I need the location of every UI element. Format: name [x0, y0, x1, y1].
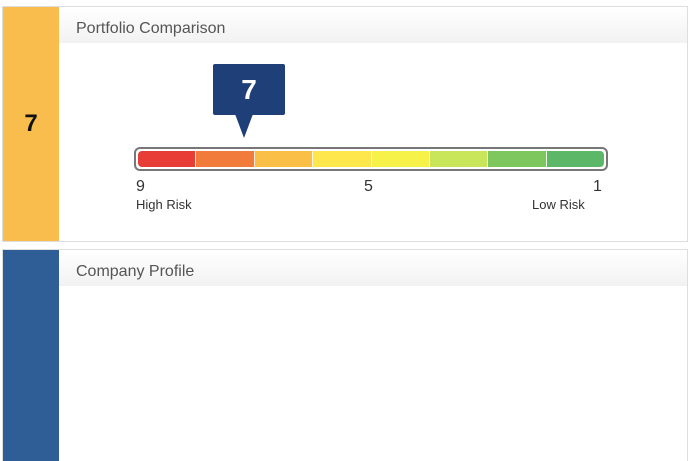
- risk-callout: 7: [213, 64, 285, 115]
- risk-callout-pointer: [235, 114, 253, 138]
- risk-score-tile: 7: [3, 7, 59, 241]
- risk-score-value: 7: [24, 110, 38, 137]
- company-profile-side-tile: [3, 250, 59, 461]
- gauge-segment: [313, 151, 372, 167]
- gauge-segment: [196, 151, 255, 167]
- portfolio-comparison-panel: 7 Portfolio Comparison 7 9 5 1 High Risk…: [2, 6, 688, 242]
- risk-gauge: [134, 147, 608, 171]
- gauge-mid-label: 5: [364, 178, 373, 195]
- high-risk-label: High Risk: [136, 197, 192, 212]
- risk-callout-value: 7: [241, 73, 257, 105]
- gauge-min-label: 9: [136, 178, 145, 195]
- gauge-segment: [429, 151, 489, 167]
- gauge-segment: [488, 151, 547, 167]
- gauge-segment: [254, 151, 314, 167]
- low-risk-label: Low Risk: [532, 197, 585, 212]
- company-panel-header: Company Profile: [59, 250, 687, 286]
- gauge-segment: [138, 151, 197, 167]
- portfolio-panel-title: Portfolio Comparison: [76, 20, 226, 37]
- gauge-segment: [546, 151, 604, 167]
- gauge-max-label: 1: [593, 178, 602, 195]
- company-profile-panel: Company Profile: [2, 249, 688, 461]
- portfolio-panel-header: Portfolio Comparison: [59, 7, 687, 43]
- risk-dashboard: 7 Portfolio Comparison 7 9 5 1 High Risk…: [0, 0, 699, 461]
- gauge-segment: [371, 151, 430, 167]
- company-panel-title: Company Profile: [76, 263, 195, 280]
- risk-gauge-track: [138, 151, 604, 167]
